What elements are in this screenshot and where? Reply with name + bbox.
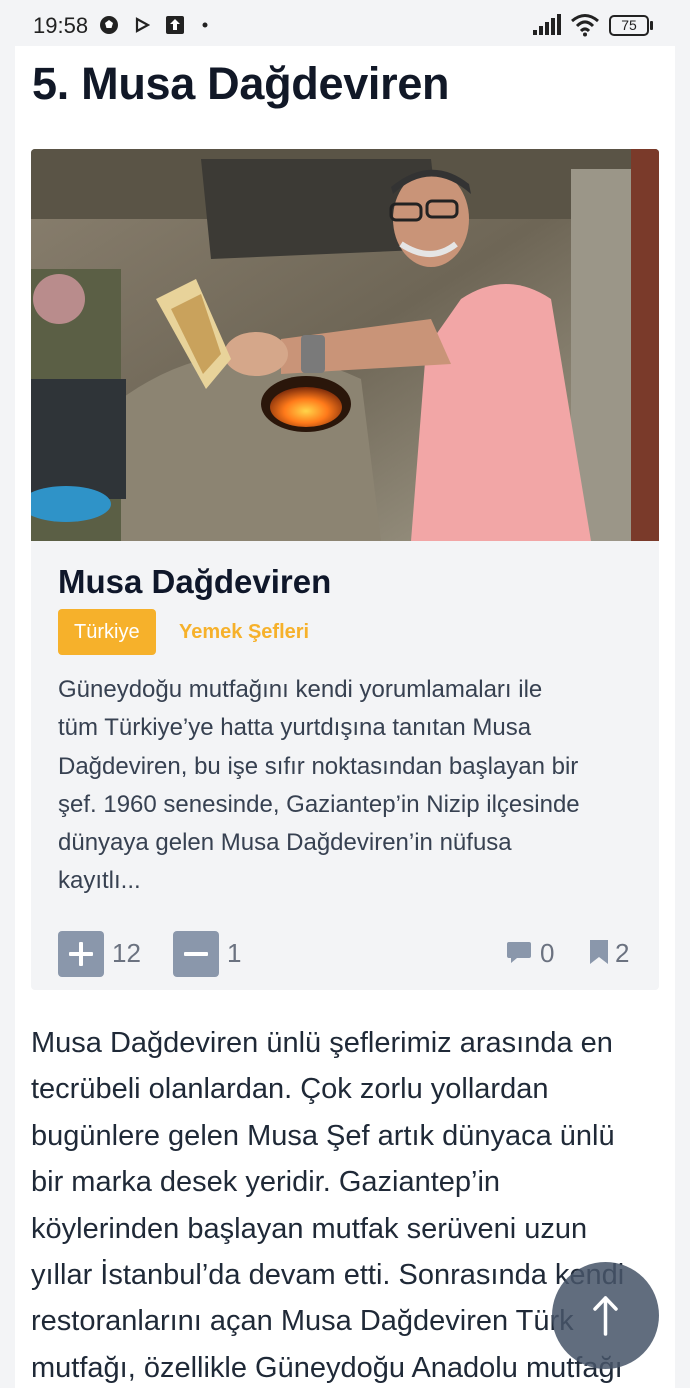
chef-card[interactable]: Musa Dağdeviren Türkiye Yemek Şefleri Gü… bbox=[31, 149, 659, 990]
description-line: şef. 1960 senesinde, Gaziantep’in Nizip … bbox=[58, 790, 580, 818]
upvote-count: 12 bbox=[112, 938, 141, 968]
upvote-button[interactable] bbox=[58, 931, 104, 977]
section-title: 5. Musa Dağdeviren bbox=[32, 58, 450, 109]
play-icon bbox=[135, 17, 150, 33]
card-title[interactable]: Musa Dağdeviren bbox=[58, 563, 331, 601]
article-line: köylerinden başlayan mutfak serüveni uzu… bbox=[31, 1212, 588, 1245]
description-line: Dağdeviren, bu işe sıfır noktasından baş… bbox=[58, 752, 579, 780]
minus-icon bbox=[184, 952, 208, 956]
downvote-button[interactable] bbox=[173, 931, 219, 977]
plus-icon bbox=[69, 942, 93, 966]
description-line: Güneydoğu mutfağını kendi yorumlamaları … bbox=[58, 676, 543, 703]
article-line: Musa Dağdeviren ünlü şeflerimiz arasında… bbox=[31, 1027, 613, 1059]
battery-level: 75 bbox=[621, 17, 637, 33]
article-line: mutfağı, özellikle Güneydoğu Anadolu mut… bbox=[31, 1351, 623, 1384]
article-line: bir marka desek yeridir. Gaziantep’in bbox=[31, 1166, 501, 1199]
downvote-count: 1 bbox=[227, 938, 242, 968]
description-line: dünyaya gelen Musa Dağdeviren’in nüfusa bbox=[58, 829, 512, 857]
chef-photo[interactable] bbox=[31, 149, 659, 541]
tag-country[interactable]: Türkiye bbox=[58, 609, 156, 655]
status-time: 19:58 bbox=[33, 13, 89, 38]
status-bar: 19:58 75 bbox=[0, 0, 690, 50]
upload-icon bbox=[166, 16, 184, 34]
soccer-ball-icon bbox=[100, 16, 118, 34]
dot-icon bbox=[202, 22, 208, 28]
article-body: Musa Dağdeviren ünlü şeflerimiz arasında… bbox=[31, 1020, 631, 1388]
bookmark-icon[interactable] bbox=[588, 938, 610, 966]
arrow-up-icon bbox=[593, 1296, 618, 1336]
article-line: tecrübeli olanlardan. Çok zorlu yollarda… bbox=[31, 1073, 549, 1106]
battery-icon: 75 bbox=[609, 15, 649, 36]
signal-icon bbox=[533, 14, 561, 35]
article-line: yıllar İstanbul’da devam etti. Sonrasınd… bbox=[31, 1259, 625, 1292]
scroll-to-top-button[interactable] bbox=[552, 1262, 659, 1369]
card-description: Güneydoğu mutfağını kendi yorumlamaları … bbox=[58, 671, 648, 901]
article-line: bugünlere gelen Musa Şef artık dünyaca ü… bbox=[31, 1119, 615, 1152]
description-line: kayıtlı... bbox=[58, 867, 141, 895]
wifi-icon bbox=[571, 14, 599, 37]
tag-category[interactable]: Yemek Şefleri bbox=[179, 609, 309, 655]
battery-tip bbox=[650, 21, 653, 30]
bookmark-count: 2 bbox=[615, 938, 630, 968]
article-line: restoranlarını açan Musa Dağdeviren Türk bbox=[31, 1305, 574, 1338]
comment-icon[interactable] bbox=[506, 938, 534, 966]
description-line: tüm Türkiye’ye hatta yurtdışına tanıtan … bbox=[58, 714, 532, 742]
comment-count: 0 bbox=[540, 938, 555, 968]
